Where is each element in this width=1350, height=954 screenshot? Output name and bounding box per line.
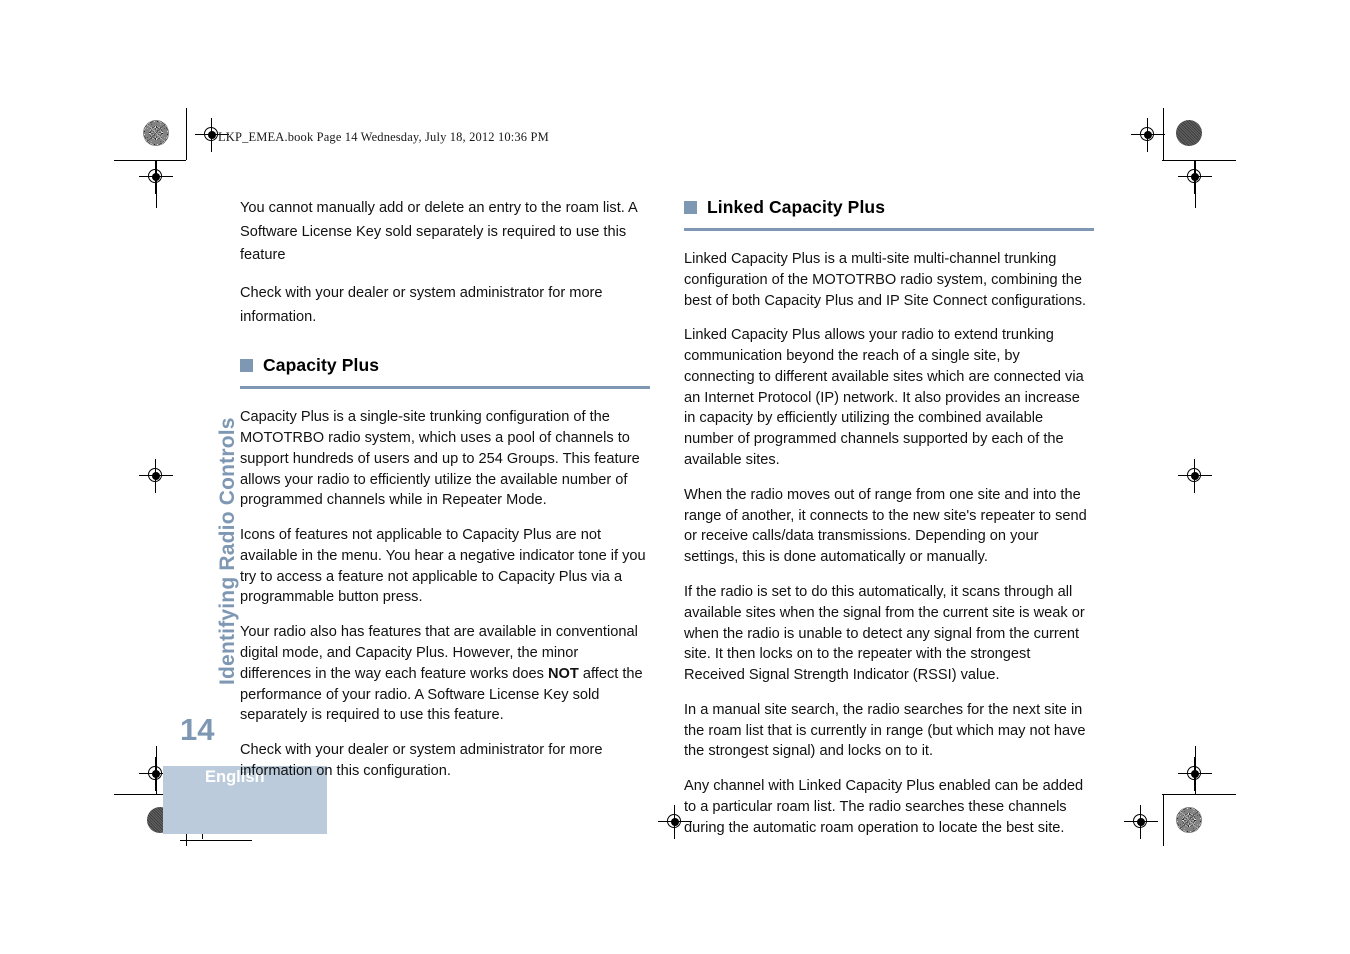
crop-line-header-divider xyxy=(186,108,187,160)
page-number: 14 xyxy=(180,712,215,747)
paragraph-lcp-roam-list: Any channel with Linked Capacity Plus en… xyxy=(684,778,1084,836)
crop-line-bottom-divider-right xyxy=(1163,794,1164,846)
paragraph-lcp-automatic-scan: If the radio is set to do this automatic… xyxy=(684,583,1085,684)
right-column: Linked Capacity Plus Linked Capacity Plu… xyxy=(684,197,1094,853)
paragraph-capacity-plus-overview: Capacity Plus is a single-site trunking … xyxy=(240,409,640,509)
paragraph-lcp-manual-search: In a manual site search, the radio searc… xyxy=(684,701,1086,760)
section-heading-capacity-plus: Capacity Plus xyxy=(240,355,650,390)
document-page: LKP_EMEA.book Page 14 Wednesday, July 18… xyxy=(0,0,1350,954)
paragraph-lcp-out-of-range: When the radio moves out of range from o… xyxy=(684,486,1087,566)
emphasis-text-bold: NOT xyxy=(548,665,579,682)
registration-mark-footer-right xyxy=(1124,805,1158,839)
density-patch-halftone-top-left xyxy=(143,120,169,146)
paragraph-capacity-plus-icons: Icons of features not applicable to Capa… xyxy=(240,527,646,606)
registration-mark-middle-right xyxy=(1178,459,1212,493)
section-title: Linked Capacity Plus xyxy=(707,197,886,217)
running-header: LKP_EMEA.book Page 14 Wednesday, July 18… xyxy=(218,130,549,144)
section-rule xyxy=(240,386,650,390)
square-bullet-icon xyxy=(240,359,253,373)
registration-mark-bottom-right xyxy=(1178,757,1212,791)
section-title: Capacity Plus xyxy=(263,355,380,376)
square-bullet-icon xyxy=(684,201,697,214)
density-patch-solid-top-right xyxy=(1176,120,1202,146)
paragraph-dealer-check-2: Check with your dealer or system adminis… xyxy=(240,742,603,779)
left-column: You cannot manually add or delete an ent… xyxy=(240,197,650,796)
paragraph-dealer-check-1: Check with your dealer or system adminis… xyxy=(240,284,603,325)
crop-line-bottom-right xyxy=(1162,794,1236,795)
paragraph-lcp-extend-trunking: Linked Capacity Plus allows your radio t… xyxy=(684,327,1084,469)
registration-mark-middle-left xyxy=(139,459,173,493)
paragraph-lcp-overview: Linked Capacity Plus is a multi-site mul… xyxy=(684,251,1087,309)
section-heading-linked-capacity-plus: Linked Capacity Plus xyxy=(684,197,1094,231)
registration-mark-header-right xyxy=(1131,118,1165,152)
crop-line-footer-left xyxy=(180,840,252,841)
density-patch-halftone-bottom-right xyxy=(1176,807,1202,833)
section-rule xyxy=(684,228,1094,231)
registration-mark-top-left xyxy=(139,160,173,194)
paragraph-roam-list-note: You cannot manually add or delete an ent… xyxy=(240,200,637,264)
registration-mark-top-right xyxy=(1178,160,1212,194)
chapter-side-tab: Identifying Radio Controls xyxy=(216,417,239,685)
paragraph-capacity-plus-conventional: Your radio also has features that are av… xyxy=(240,622,650,726)
